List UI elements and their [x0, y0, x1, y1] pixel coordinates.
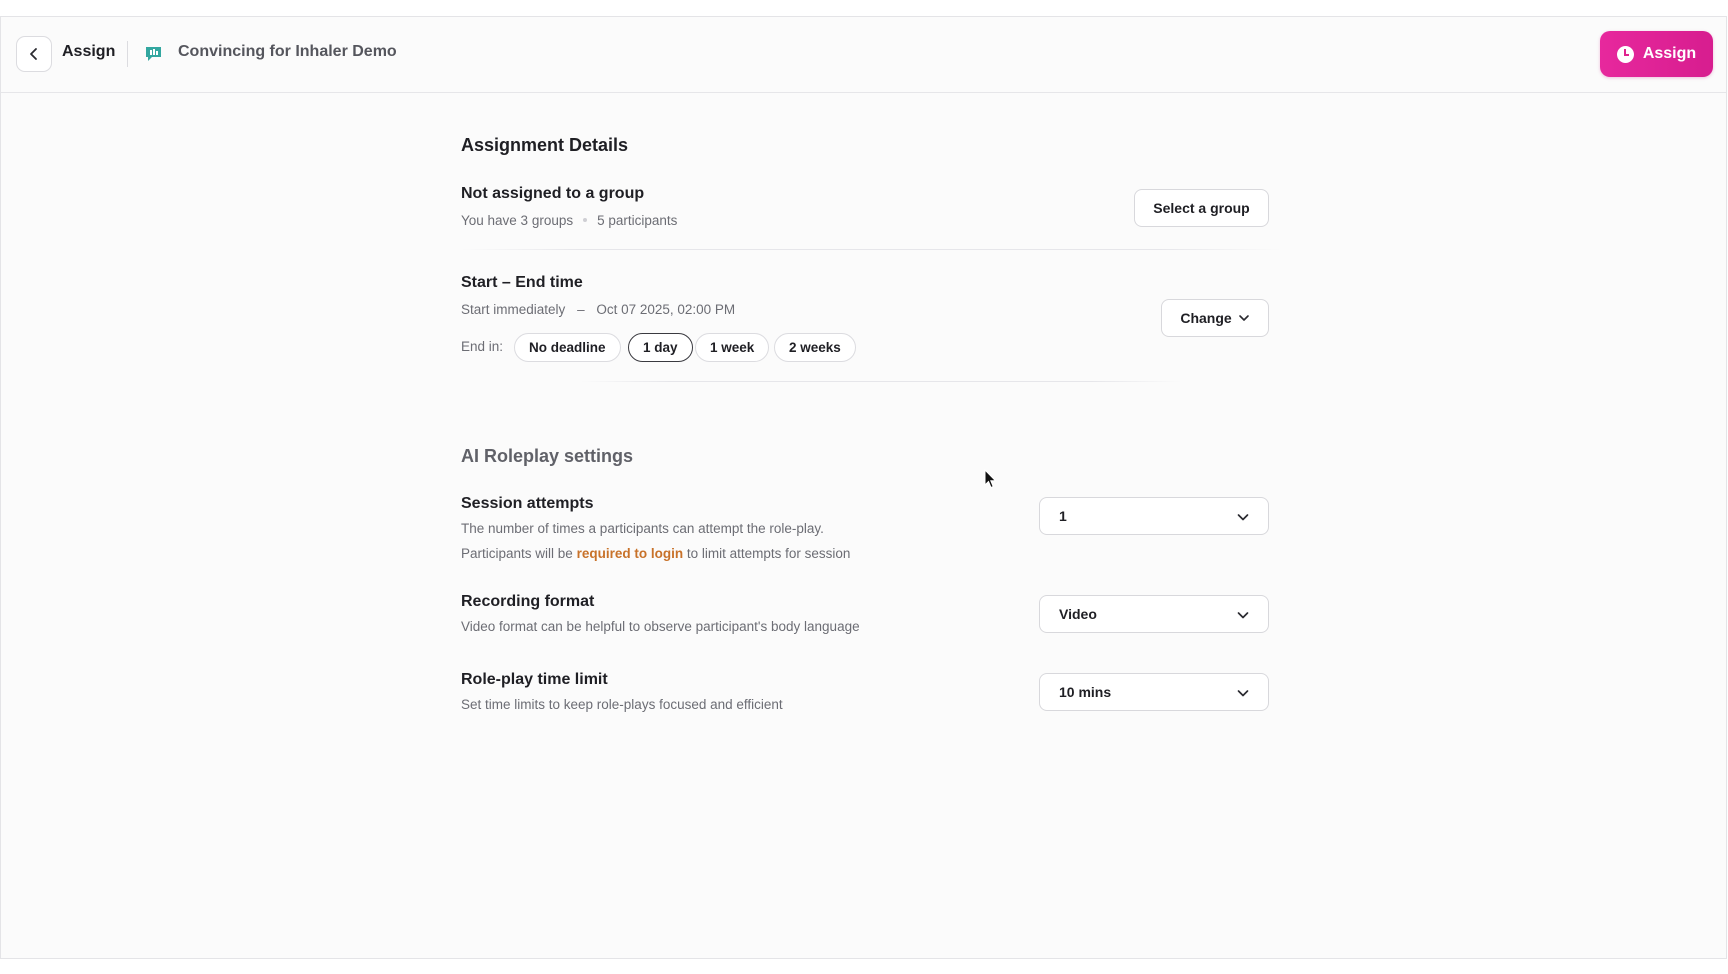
time-title: Start – End time [461, 274, 583, 291]
dot-separator [583, 217, 588, 222]
end-in-options: End in: No deadline 1 day 1 week 2 weeks [461, 333, 1021, 363]
time-limit-desc: Set time limits to keep role-plays focus… [461, 697, 783, 712]
mouse-cursor-icon [984, 469, 997, 489]
chevron-down-icon [1237, 514, 1249, 521]
top-bar: Assign Convincing for Inhaler Demo Assig… [1, 17, 1726, 93]
session-attempts-login-note: Participants will be required to login t… [461, 546, 850, 561]
app-window: Assign Convincing for Inhaler Demo Assig… [0, 16, 1727, 959]
login-note-prefix: Participants will be [461, 546, 577, 561]
participants-count: 5 participants [597, 213, 678, 228]
section-divider [581, 381, 1181, 382]
time-limit-title: Role-play time limit [461, 671, 608, 688]
end-option-2-weeks[interactable]: 2 weeks [774, 333, 856, 362]
select-group-label: Select a group [1153, 200, 1250, 216]
groups-count: You have 3 groups [461, 213, 574, 228]
chat-bubble-icon [146, 47, 161, 61]
breadcrumb-assign[interactable]: Assign [62, 43, 115, 61]
time-limit-select[interactable]: 10 mins [1039, 673, 1269, 711]
assign-button-label: Assign [1642, 45, 1697, 62]
end-option-1-week[interactable]: 1 week [695, 333, 770, 362]
time-range: Start immediately – Oct 07 2025, 02:00 P… [461, 302, 735, 317]
roleplay-settings-heading: AI Roleplay settings [461, 446, 634, 466]
session-attempts-title: Session attempts [461, 495, 594, 512]
select-group-button[interactable]: Select a group [1134, 189, 1269, 227]
end-in-label: End in: [461, 339, 504, 354]
end-option-no-deadline[interactable]: No deadline [514, 333, 621, 362]
end-text: Oct 07 2025, 02:00 PM [596, 302, 736, 317]
chevron-down-icon [1237, 690, 1249, 697]
range-separator: – [577, 302, 585, 317]
session-attempts-select[interactable]: 1 [1039, 497, 1269, 535]
chevron-down-icon [1237, 612, 1249, 619]
recording-format-select[interactable]: Video [1039, 595, 1269, 633]
scenario-title: Convincing for Inhaler Demo [178, 43, 397, 60]
group-status-title: Not assigned to a group [461, 185, 645, 202]
clock-icon [1616, 45, 1634, 63]
section-divider [461, 249, 1281, 250]
end-option-1-day[interactable]: 1 day [628, 333, 693, 362]
breadcrumb-divider [127, 41, 128, 67]
chevron-left-icon [30, 48, 37, 60]
change-label: Change [1180, 310, 1232, 326]
required-login-link[interactable]: required to login [577, 546, 684, 561]
group-summary: You have 3 groups 5 participants [461, 213, 677, 228]
session-attempts-value: 1 [1059, 508, 1067, 524]
recording-format-desc: Video format can be helpful to observe p… [461, 619, 860, 634]
recording-format-value: Video [1059, 606, 1097, 622]
recording-format-title: Recording format [461, 593, 595, 610]
time-limit-value: 10 mins [1059, 684, 1112, 700]
change-time-button[interactable]: Change [1161, 299, 1269, 337]
chevron-down-icon [1238, 315, 1249, 321]
session-attempts-desc: The number of times a participants can a… [461, 521, 824, 536]
back-button[interactable] [16, 36, 52, 72]
start-text: Start immediately [461, 302, 566, 317]
login-note-suffix: to limit attempts for session [683, 546, 851, 561]
assignment-details-heading: Assignment Details [461, 135, 629, 155]
assign-button[interactable]: Assign [1600, 31, 1713, 77]
